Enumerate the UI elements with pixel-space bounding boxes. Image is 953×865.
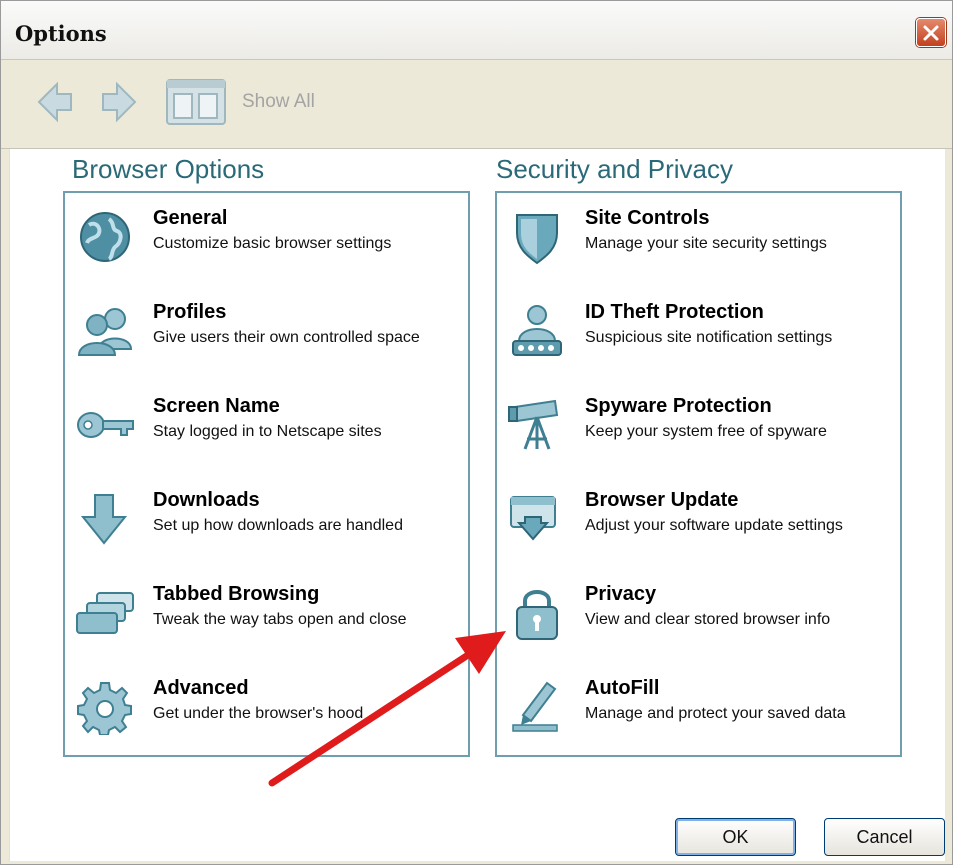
- browser-options-panel: General Customize basic browser settings…: [63, 191, 470, 757]
- options-dialog: Options Show All Browser Options General…: [0, 0, 953, 865]
- ok-button[interactable]: OK: [675, 818, 796, 856]
- option-description: Manage your site security settings: [585, 235, 827, 252]
- forward-arrow-icon[interactable]: [99, 80, 139, 124]
- security-privacy-heading: Security and Privacy: [496, 154, 733, 184]
- download-arrow-icon: [80, 494, 128, 545]
- option-label: Tabbed Browsing: [153, 583, 320, 605]
- option-general[interactable]: General Customize basic browser settings: [75, 207, 462, 269]
- browser-options-heading: Browser Options: [72, 154, 265, 184]
- shield-icon: [516, 214, 558, 265]
- gear-icon: [77, 682, 132, 735]
- option-label: Profiles: [153, 301, 227, 323]
- option-label: Advanced: [153, 677, 249, 699]
- users-icon: [77, 308, 133, 356]
- option-label: Downloads: [153, 489, 260, 511]
- option-description: View and clear stored browser info: [585, 611, 831, 628]
- globe-icon: [80, 212, 130, 262]
- option-label: Site Controls: [585, 207, 710, 229]
- option-description: Give users their own controlled space: [153, 329, 420, 346]
- option-label: ID Theft Protection: [585, 301, 764, 323]
- option-description: Get under the browser's hood: [153, 705, 364, 722]
- option-privacy[interactable]: Privacy View and clear stored browser in…: [507, 583, 894, 645]
- show-all-icon[interactable]: [165, 78, 227, 126]
- option-screen-name[interactable]: Screen Name Stay logged in to Netscape s…: [75, 395, 462, 457]
- title-bar: Options: [1, 1, 952, 60]
- update-icon: [510, 496, 556, 541]
- option-description: Keep your system free of spyware: [585, 423, 827, 440]
- option-label: AutoFill: [585, 677, 660, 699]
- option-spyware-protection[interactable]: Spyware Protection Keep your system free…: [507, 395, 894, 457]
- back-arrow-icon[interactable]: [35, 80, 75, 124]
- option-label: Screen Name: [153, 395, 280, 417]
- pen-icon: [512, 681, 558, 732]
- option-downloads[interactable]: Downloads Set up how downloads are handl…: [75, 489, 462, 551]
- option-description: Tweak the way tabs open and close: [153, 611, 407, 628]
- option-description: Customize basic browser settings: [153, 235, 392, 252]
- close-button[interactable]: [916, 18, 946, 47]
- window-title: Options: [15, 21, 107, 46]
- show-all-link[interactable]: Show All: [242, 91, 315, 113]
- option-id-theft-protection[interactable]: ID Theft Protection Suspicious site noti…: [507, 301, 894, 363]
- key-icon: [77, 412, 134, 438]
- option-profiles[interactable]: Profiles Give users their own controlled…: [75, 301, 462, 363]
- option-advanced[interactable]: Advanced Get under the browser's hood: [75, 677, 462, 739]
- option-browser-update[interactable]: Browser Update Adjust your software upda…: [507, 489, 894, 551]
- option-label: Browser Update: [585, 489, 739, 511]
- toolbar: Show All: [1, 60, 952, 149]
- telescope-icon: [508, 399, 559, 450]
- options-content: Browser Options General Customize basic …: [9, 149, 945, 861]
- option-description: Manage and protect your saved data: [585, 705, 846, 722]
- option-description: Adjust your software update settings: [585, 517, 843, 534]
- tabs-icon: [76, 592, 134, 634]
- option-autofill[interactable]: AutoFill Manage and protect your saved d…: [507, 677, 894, 739]
- padlock-icon: [516, 590, 558, 640]
- option-description: Suspicious site notification settings: [585, 329, 833, 346]
- option-description: Stay logged in to Netscape sites: [153, 423, 382, 440]
- cancel-button[interactable]: Cancel: [824, 818, 945, 856]
- close-icon: [923, 25, 939, 41]
- option-tabbed-browsing[interactable]: Tabbed Browsing Tweak the way tabs open …: [75, 583, 462, 645]
- option-description: Set up how downloads are handled: [153, 517, 403, 534]
- option-label: Spyware Protection: [585, 395, 772, 417]
- option-label: Privacy: [585, 583, 657, 605]
- fingerprint-person-icon: [512, 305, 562, 356]
- option-site-controls[interactable]: Site Controls Manage your site security …: [507, 207, 894, 269]
- security-privacy-panel: Site Controls Manage your site security …: [495, 191, 902, 757]
- option-label: General: [153, 207, 228, 229]
